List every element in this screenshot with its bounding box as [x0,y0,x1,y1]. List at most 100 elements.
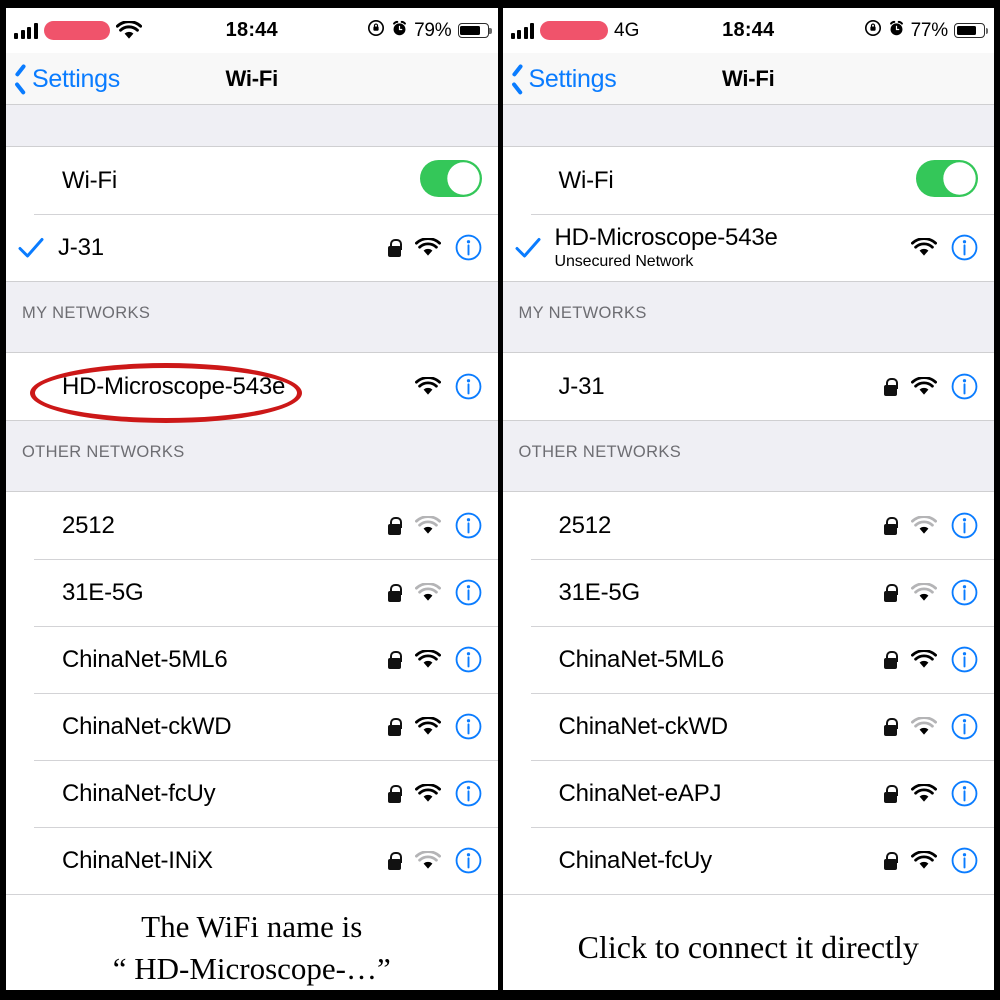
info-button[interactable] [455,234,482,261]
wifi-signal-icon [414,649,441,670]
wifi-toggle-row[interactable]: Wi-Fi [502,147,994,214]
connected-network-label-wrap: J-31 [48,234,388,262]
battery-icon [954,23,989,38]
info-button[interactable] [951,780,978,807]
lock-icon [387,784,402,803]
info-button[interactable] [951,646,978,673]
network-name: J-31 [558,372,605,400]
network-label-wrap: ChinaNet-eAPJ [549,780,885,808]
wifi-signal-icon [414,850,441,871]
network-row-icons [884,373,978,400]
lock-icon [884,583,899,602]
wifi-toggle-control[interactable] [916,159,978,202]
info-button[interactable] [951,847,978,874]
status-bar-time: 18:44 [722,19,775,41]
network-label-wrap: ChinaNet-ckWD [549,713,885,741]
wifi-signal-icon [911,649,937,670]
network-label-wrap: ChinaNet-5ML6 [52,646,388,674]
wifi-signal-icon [414,783,441,804]
info-button[interactable] [455,847,482,874]
wifi-toggle-control[interactable] [419,159,482,202]
network-row-other-1[interactable]: 31E-5G [6,559,498,626]
connected-network-icons [387,234,482,261]
lock-icon [884,851,899,870]
lock-icon [884,516,899,535]
wifi-toggle-switch[interactable] [916,159,978,202]
network-label-wrap: ChinaNet-fcUy [52,780,388,808]
network-row-icons [884,646,978,673]
lock-icon [884,784,899,803]
info-button[interactable] [455,646,482,673]
network-label-wrap: 31E-5G [549,579,885,607]
network-row-other-0[interactable]: 2512 [502,492,994,559]
network-row-other-2[interactable]: ChinaNet-5ML6 [6,626,498,693]
lock-icon [884,717,899,736]
info-button[interactable] [455,373,482,400]
info-button[interactable] [951,579,978,606]
lock-icon [387,583,402,602]
network-label-wrap: HD-Microscope-543e [52,373,415,401]
network-row-icons [884,579,978,606]
status-bar-right: 79% [367,8,492,53]
wifi-signal-icon [414,515,441,536]
network-row-my-0[interactable]: HD-Microscope-543e [6,353,498,420]
section-header-my-networks: MY NETWORKS [6,281,498,353]
lock-icon [387,717,402,736]
wifi-signal-icon [911,376,937,397]
network-row-icons [387,646,482,673]
checkmark-icon [18,237,48,259]
info-button[interactable] [951,713,978,740]
network-row-other-3[interactable]: ChinaNet-ckWD [502,693,994,760]
lock-icon [884,377,899,396]
caption-line-2: “ HD-Microscope-…” [112,950,391,986]
network-name: ChinaNet-ckWD [62,712,232,740]
network-label-wrap: J-31 [549,373,885,401]
network-label-wrap: ChinaNet-fcUy [549,847,885,875]
settings-list: Wi-Fi HD-Microscope-543e Unsecured Netwo… [502,105,994,894]
network-row-icons [884,847,978,874]
battery-percent-label: 79% [414,19,452,41]
wifi-signal-icon [911,783,937,804]
network-row-other-4[interactable]: ChinaNet-fcUy [6,760,498,827]
network-row-other-0[interactable]: 2512 [6,492,498,559]
section-header-other-networks: OTHER NETWORKS [6,420,498,492]
connected-network-row[interactable]: HD-Microscope-543e Unsecured Network [502,214,994,281]
info-button[interactable] [951,234,978,261]
wifi-toggle-row[interactable]: Wi-Fi [6,147,498,214]
wifi-signal-icon [414,237,441,258]
network-name: ChinaNet-fcUy [558,846,713,874]
network-row-other-5[interactable]: ChinaNet-fcUy [502,827,994,894]
info-button[interactable] [455,579,482,606]
info-button[interactable] [951,512,978,539]
wifi-signal-icon [911,582,937,603]
status-bar: 18:44 79% [6,8,498,53]
info-button[interactable] [951,373,978,400]
battery-percent-label: 77% [910,19,949,41]
network-row-other-3[interactable]: ChinaNet-ckWD [6,693,498,760]
network-name: ChinaNet-ckWD [558,712,729,740]
battery-icon [457,23,492,38]
info-button[interactable] [455,780,482,807]
settings-list: Wi-Fi J-31 MY NETWORKS HD-Microscope-543… [6,105,498,894]
connected-network-label-wrap: HD-Microscope-543e Unsecured Network [545,224,912,271]
connected-network-row[interactable]: J-31 [6,214,498,281]
network-label-wrap: 2512 [549,512,885,540]
rotation-lock-icon [367,19,385,42]
nav-bar: Settings Wi-Fi [6,53,498,105]
network-name: ChinaNet-eAPJ [558,779,722,807]
network-row-other-4[interactable]: ChinaNet-eAPJ [502,760,994,827]
network-label-wrap: ChinaNet-5ML6 [549,646,885,674]
status-bar: 4G 18:44 77% [502,8,994,53]
network-row-icons [884,713,978,740]
network-row-icons [884,780,978,807]
info-button[interactable] [455,512,482,539]
network-row-my-0[interactable]: J-31 [502,353,994,420]
network-name: 31E-5G [558,578,641,606]
network-row-other-2[interactable]: ChinaNet-5ML6 [502,626,994,693]
info-button[interactable] [455,713,482,740]
network-row-other-5[interactable]: ChinaNet-INiX [6,827,498,894]
wifi-toggle-label: Wi-Fi [62,166,117,194]
wifi-signal-icon [911,237,937,258]
network-row-other-1[interactable]: 31E-5G [502,559,994,626]
wifi-toggle-switch[interactable] [419,159,482,202]
